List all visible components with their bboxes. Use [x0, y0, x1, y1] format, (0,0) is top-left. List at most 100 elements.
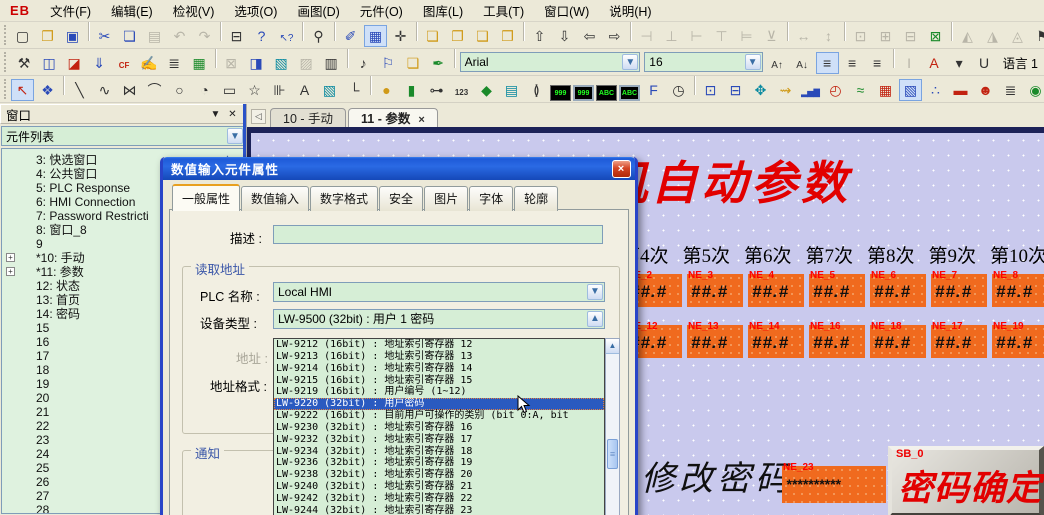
menu-item[interactable]: 文件(F) [40, 3, 101, 21]
offline-simulation-icon[interactable]: ◪ [63, 52, 86, 74]
macro-icon[interactable]: ✒ [427, 52, 450, 74]
replace-object-icon[interactable]: ⊠ [924, 25, 947, 47]
address-tag-library-icon[interactable]: ❏ [402, 52, 425, 74]
dialog-tab[interactable]: 安全 [379, 186, 423, 211]
text-align-left-icon[interactable]: ≡ [816, 52, 839, 74]
canvas-title-text[interactable]: 机自动参数 [601, 147, 851, 213]
csv-export-icon[interactable]: ≣ [163, 52, 186, 74]
dropdown-option[interactable]: LW-9238 (32bit) : 地址索引寄存器 20 [274, 469, 604, 481]
clock-icon[interactable]: ◷ [667, 79, 690, 101]
expand-icon[interactable]: + [6, 253, 15, 262]
send-backward-icon[interactable]: ❒ [496, 25, 519, 47]
menu-item[interactable]: 工具(T) [473, 3, 534, 21]
underline-icon[interactable]: U [973, 52, 996, 74]
open-window-icon[interactable]: ◨ [245, 52, 268, 74]
picture-manager-icon[interactable]: ▧ [270, 52, 293, 74]
copy-icon[interactable]: ❏ [118, 25, 141, 47]
text-tool-icon[interactable]: A [293, 79, 316, 101]
online-simulation-icon[interactable]: ◫ [38, 52, 61, 74]
scatter-icon[interactable]: ∴ [924, 79, 947, 101]
tab-scroll-left-icon[interactable]: ◁ [251, 109, 266, 124]
device-type-select[interactable]: LW-9500 (32bit) : 用户 1 密码 ▲ [273, 309, 605, 329]
chevron-down-icon[interactable]: ▼ [587, 284, 603, 300]
scheduler-icon[interactable]: ◉ [1024, 79, 1044, 101]
menu-item[interactable]: 选项(O) [224, 3, 287, 21]
numeric-input-object[interactable]: NE_17##.# [931, 325, 987, 358]
scale-tool-icon[interactable]: ⊪ [268, 79, 291, 101]
enlarge-font-icon[interactable]: A↑ [766, 54, 789, 76]
event-display-icon[interactable]: ≣ [999, 79, 1022, 101]
picture-tool-icon[interactable]: ▧ [318, 79, 341, 101]
multi-state-switch-icon[interactable]: ▤ [500, 79, 523, 101]
new-file-icon[interactable]: ▢ [11, 25, 34, 47]
compile-icon[interactable]: ✍ [138, 52, 161, 74]
dialog-tab[interactable]: 数值输入 [241, 186, 309, 211]
move-shape-icon[interactable]: ✥ [749, 79, 772, 101]
scroll-up-icon[interactable]: ▲ [606, 339, 619, 354]
set-word-icon[interactable]: 123 [450, 81, 473, 103]
polyline-tool-icon[interactable]: ⋈ [118, 79, 141, 101]
dropdown-option[interactable]: LW-9213 (16bit) : 地址索引寄存器 13 [274, 351, 604, 363]
animation-icon[interactable]: ⇝ [774, 79, 797, 101]
menu-item[interactable]: 元件(O) [350, 3, 413, 21]
plc-name-select[interactable]: Local HMI ▼ [273, 282, 605, 302]
dropdown-option[interactable]: LW-9214 (16bit) : 地址索引寄存器 14 [274, 363, 604, 375]
indirect-window-icon[interactable]: ⊡ [699, 79, 722, 101]
corner-tool-icon[interactable]: └ [343, 79, 366, 101]
alarm-bar-icon[interactable]: ▬ [949, 79, 972, 101]
numeric-input-object[interactable]: NE_16##.# [809, 325, 865, 358]
chevron-down-icon[interactable]: ▼ [745, 54, 761, 70]
cut-icon[interactable]: ✂ [93, 25, 116, 47]
toggle-switch-icon[interactable]: ◆ [475, 79, 498, 101]
graphics-view-icon[interactable]: ▧ [899, 79, 922, 101]
dialog-tab[interactable]: 字体 [469, 186, 513, 211]
rectangle-tool-icon[interactable]: ▭ [218, 79, 241, 101]
dialog-tab[interactable]: 数字格式 [310, 186, 378, 211]
trend-display-icon[interactable]: ≈ [849, 79, 872, 101]
function-key-icon[interactable]: F [642, 79, 665, 101]
panel-view-select[interactable]: 元件列表 ▼ [1, 126, 245, 146]
toolbar-grip[interactable] [4, 52, 8, 72]
word-lamp-icon[interactable]: ▮ [400, 79, 423, 101]
tab-close-icon[interactable]: × [418, 114, 424, 126]
dropdown-option[interactable]: LW-9220 (32bit) : 用户密码 [274, 398, 604, 410]
shrink-font-icon[interactable]: A↓ [791, 54, 814, 76]
scrollbar-thumb[interactable] [607, 439, 618, 469]
slider-icon[interactable]: ≬ [525, 79, 548, 101]
group-library-icon[interactable]: ▥ [320, 52, 343, 74]
nudge-up-icon[interactable]: ⇧ [528, 25, 551, 47]
text-align-right-icon[interactable]: ≡ [866, 52, 889, 74]
grid-icon[interactable]: ▦ [364, 25, 387, 47]
pin-icon[interactable]: ⚑ [1031, 25, 1044, 47]
numeric-input-object[interactable]: NE_7##.# [931, 274, 987, 307]
dropdown-option[interactable]: LW-9222 (16bit) : 目前用户可操作的类别 (bit 0:A, b… [274, 410, 604, 422]
numeric-input-object[interactable]: NE_6##.# [870, 274, 926, 307]
numeric-input-object[interactable]: NE_18##.# [870, 325, 926, 358]
save-icon[interactable]: ▣ [61, 25, 84, 47]
find-icon[interactable]: ⚲ [307, 25, 330, 47]
ascii-input-icon[interactable]: ABC [619, 85, 640, 101]
numeric-input-object[interactable]: NE_14##.# [748, 325, 804, 358]
dialog-tab[interactable]: 图片 [424, 186, 468, 211]
dropdown-option[interactable]: LW-9230 (32bit) : 地址索引寄存器 16 [274, 422, 604, 434]
numeric-input-object[interactable]: NE_19##.# [992, 325, 1044, 358]
language-label[interactable]: 语言 1 [997, 53, 1044, 72]
font-color-icon[interactable]: A [923, 52, 946, 74]
dropdown-option[interactable]: LW-9212 (16bit) : 地址索引寄存器 12 [274, 339, 604, 351]
set-bit-icon[interactable]: ⊶ [425, 79, 448, 101]
menu-item[interactable]: 画图(D) [287, 3, 349, 21]
nudge-right-icon[interactable]: ⇨ [603, 25, 626, 47]
font-family-select[interactable]: Arial ▼ [460, 52, 641, 72]
pie-tool-icon[interactable]: ◔ [193, 79, 216, 101]
menu-item[interactable]: 检视(V) [163, 3, 225, 21]
menu-item[interactable]: 窗口(W) [534, 3, 599, 21]
dropdown-option[interactable]: LW-9234 (32bit) : 地址索引寄存器 18 [274, 446, 604, 458]
password-confirm-button[interactable]: SB_0 密码确定 [888, 446, 1044, 515]
menu-item[interactable]: 编辑(E) [101, 3, 163, 21]
direct-window-icon[interactable]: ⊟ [724, 79, 747, 101]
panel-close-icon[interactable]: ✕ [225, 107, 240, 122]
print-icon[interactable]: ⊟ [225, 25, 248, 47]
panel-menu-icon[interactable]: ▼ [208, 107, 223, 122]
bring-forward-icon[interactable]: ❑ [471, 25, 494, 47]
font-color-dropdown-icon[interactable]: ▾ [948, 52, 971, 74]
